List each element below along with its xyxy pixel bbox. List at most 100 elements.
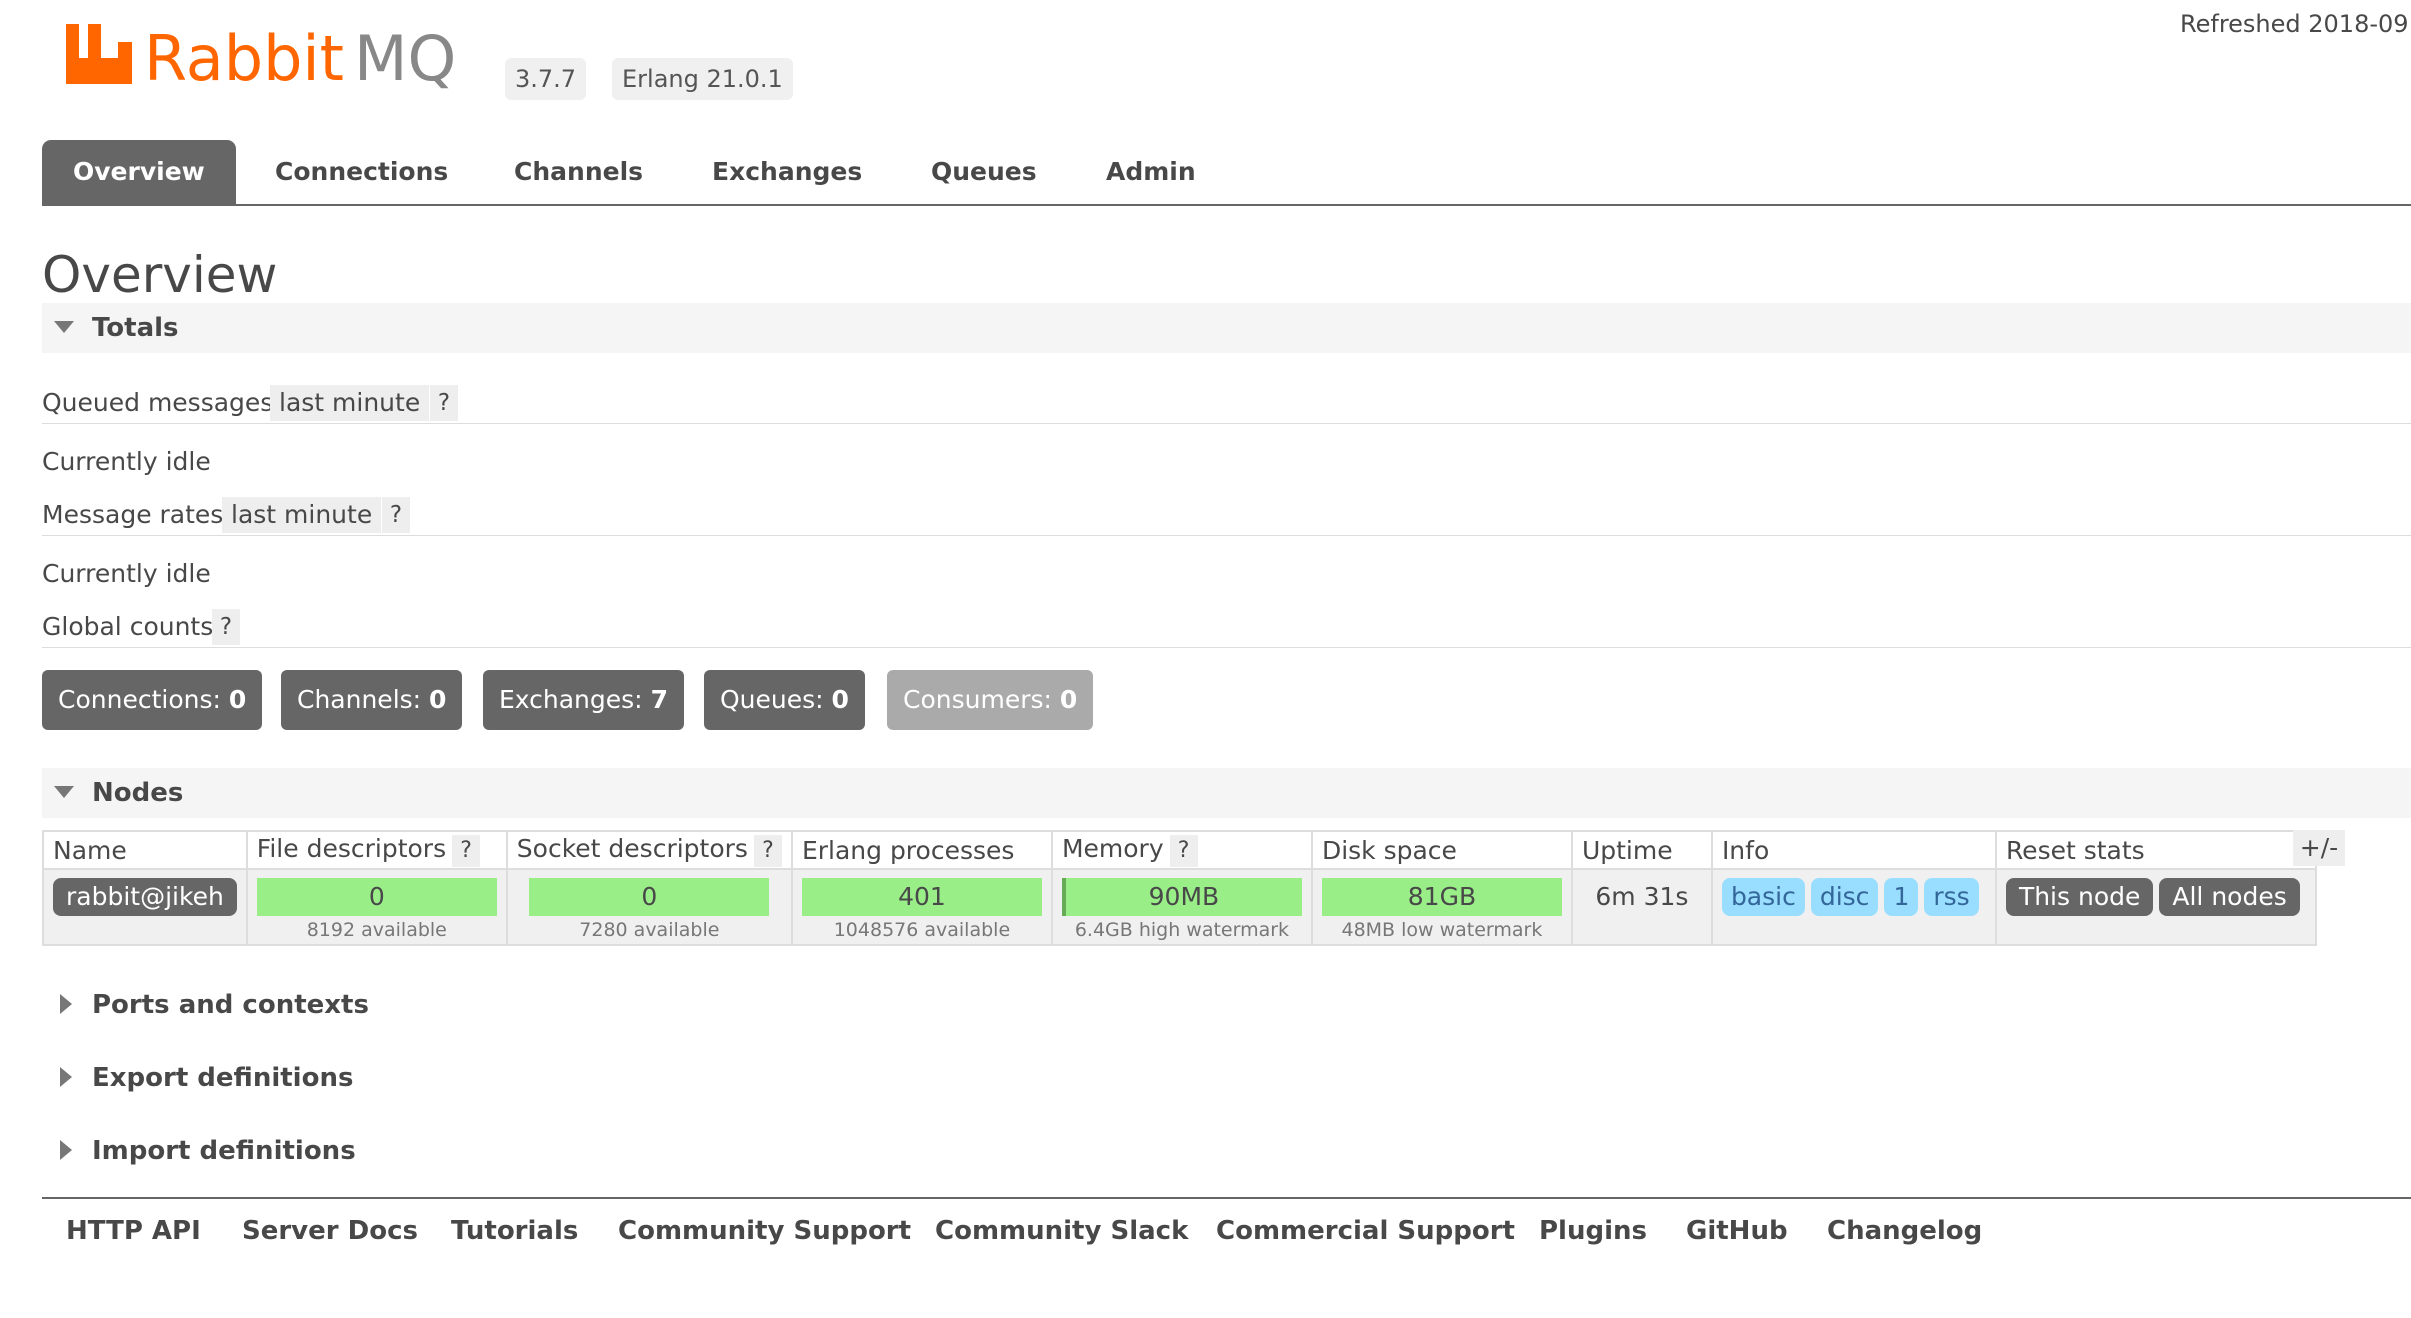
queues-count-button[interactable]: Queues: 0 [704, 670, 865, 730]
file-descriptors-available: 8192 available [306, 919, 447, 941]
cell-erlang-processes: 401 1048576 available [790, 868, 1053, 946]
exchanges-count-button[interactable]: Exchanges: 7 [483, 670, 684, 730]
consumers-count-button[interactable]: Consumers: 0 [887, 670, 1094, 730]
col-file-descriptors: File descriptors? [245, 830, 508, 870]
tab-exchanges[interactable]: Exchanges [712, 140, 862, 204]
reset-all-nodes-button[interactable]: All nodes [2159, 878, 2300, 916]
main-tabs: Overview Connections Channels Exchanges … [42, 140, 2411, 206]
socket-descriptors-bar: 0 [529, 878, 770, 916]
cell-disk-space: 81GB 48MB low watermark [1310, 868, 1573, 946]
node-name-link[interactable]: rabbit@jikeh [53, 878, 237, 916]
toggle-columns-button[interactable]: +/- [2293, 830, 2345, 866]
erlang-processes-bar: 401 [801, 878, 1042, 916]
erlang-version-badge: Erlang 21.0.1 [612, 58, 793, 100]
global-counts-help-icon[interactable]: ? [212, 609, 240, 645]
col-socket-descriptors: Socket descriptors? [505, 830, 793, 870]
col-reset-stats: Reset stats [1994, 830, 2317, 870]
tab-queues[interactable]: Queues [931, 140, 1037, 204]
queues-count-value: 0 [831, 685, 849, 714]
col-erlang-processes: Erlang processes [790, 830, 1053, 870]
queued-messages-range-select[interactable]: last minute [270, 385, 430, 421]
queued-messages-heading: Queued messages last minute ? [42, 383, 2411, 424]
col-info-label: Info [1721, 835, 1770, 865]
rabbit-logo-icon [66, 24, 132, 84]
uptime-value: 6m 31s [1595, 882, 1689, 911]
tab-admin[interactable]: Admin [1106, 140, 1196, 204]
export-definitions-label: Export definitions [92, 1063, 354, 1093]
disk-space-watermark: 48MB low watermark [1341, 919, 1543, 941]
expand-triangle-icon [60, 994, 72, 1014]
file-descriptors-help-icon[interactable]: ? [452, 834, 481, 867]
consumers-count-label: Consumers: [903, 685, 1052, 714]
nodes-table: Name File descriptors? Socket descriptor… [42, 830, 2317, 946]
cell-file-descriptors: 0 8192 available [245, 868, 508, 946]
footer: HTTP API Server Docs Tutorials Community… [42, 1197, 2411, 1269]
message-rates-range-select[interactable]: last minute [222, 497, 382, 533]
info-tag-rss: rss [1924, 878, 1979, 916]
collapse-triangle-icon [54, 321, 74, 333]
ports-contexts-label: Ports and contexts [92, 990, 369, 1020]
message-rates-help-icon[interactable]: ? [382, 497, 410, 533]
tab-channels[interactable]: Channels [514, 140, 643, 204]
footer-link-changelog[interactable]: Changelog [1827, 1211, 1982, 1251]
message-rates-label: Message rates [42, 500, 224, 529]
import-definitions-label: Import definitions [92, 1136, 356, 1166]
cell-uptime: 6m 31s [1570, 868, 1713, 946]
nodes-section-toggle[interactable]: Nodes [42, 768, 2411, 818]
queued-messages-help-icon[interactable]: ? [430, 385, 458, 421]
message-rates-status: Currently idle [42, 559, 211, 588]
file-descriptors-bar: 0 [256, 878, 497, 916]
footer-link-plugins[interactable]: Plugins [1539, 1211, 1647, 1251]
col-disk-space: Disk space [1310, 830, 1573, 870]
queued-messages-label: Queued messages [42, 388, 274, 417]
footer-link-github[interactable]: GitHub [1686, 1211, 1788, 1251]
rabbitmq-logo: Rabbit MQ [66, 22, 456, 95]
totals-section-toggle[interactable]: Totals [42, 303, 2411, 353]
col-memory: Memory? [1050, 830, 1313, 870]
footer-link-server-docs[interactable]: Server Docs [242, 1211, 418, 1251]
cell-memory: 90MB 6.4GB high watermark [1050, 868, 1313, 946]
memory-bar: 90MB [1061, 878, 1302, 916]
col-socket-descriptors-label: Socket descriptors [516, 833, 748, 863]
nodes-section-label: Nodes [92, 778, 184, 808]
exchanges-count-value: 7 [650, 685, 668, 714]
footer-link-community-slack[interactable]: Community Slack [935, 1211, 1188, 1251]
col-uptime-label: Uptime [1581, 835, 1673, 865]
channels-count-button[interactable]: Channels: 0 [281, 670, 463, 730]
col-erlang-processes-label: Erlang processes [801, 835, 1015, 865]
connections-count-label: Connections: [58, 685, 221, 714]
col-file-descriptors-label: File descriptors [256, 833, 447, 863]
info-tag-disc: disc [1810, 878, 1879, 916]
tab-overview[interactable]: Overview [42, 140, 236, 204]
channels-count-label: Channels: [297, 685, 422, 714]
exchanges-count-label: Exchanges: [499, 685, 643, 714]
footer-link-community-support[interactable]: Community Support [618, 1211, 911, 1251]
queues-count-label: Queues: [720, 685, 824, 714]
connections-count-value: 0 [228, 685, 247, 714]
footer-link-commercial-support[interactable]: Commercial Support [1216, 1211, 1515, 1251]
refreshed-timestamp[interactable]: Refreshed 2018-09 [2180, 10, 2409, 38]
global-counts-label: Global counts [42, 612, 214, 641]
expand-triangle-icon [60, 1140, 72, 1160]
table-row: rabbit@jikeh 0 8192 available 0 7280 ava… [42, 868, 2317, 946]
col-info: Info [1710, 830, 1997, 870]
page-title: Overview [42, 246, 278, 304]
col-name-label: Name [53, 835, 127, 865]
col-reset-stats-label: Reset stats [2005, 835, 2145, 865]
footer-link-http-api[interactable]: HTTP API [66, 1211, 201, 1251]
logo-text-mq: MQ [354, 22, 456, 95]
queued-messages-status: Currently idle [42, 447, 211, 476]
info-tag-count: 1 [1884, 878, 1919, 916]
footer-link-tutorials[interactable]: Tutorials [451, 1211, 578, 1251]
expand-triangle-icon [60, 1067, 72, 1087]
connections-count-button[interactable]: Connections: 0 [42, 670, 263, 730]
col-disk-space-label: Disk space [1321, 835, 1457, 865]
reset-this-node-button[interactable]: This node [2005, 878, 2154, 916]
socket-descriptors-help-icon[interactable]: ? [753, 834, 782, 867]
col-uptime: Uptime [1570, 830, 1713, 870]
tab-connections[interactable]: Connections [275, 140, 448, 204]
memory-help-icon[interactable]: ? [1169, 834, 1198, 867]
message-rates-heading: Message rates last minute ? [42, 495, 2411, 536]
cell-socket-descriptors: 0 7280 available [505, 868, 793, 946]
totals-section-label: Totals [92, 313, 179, 343]
